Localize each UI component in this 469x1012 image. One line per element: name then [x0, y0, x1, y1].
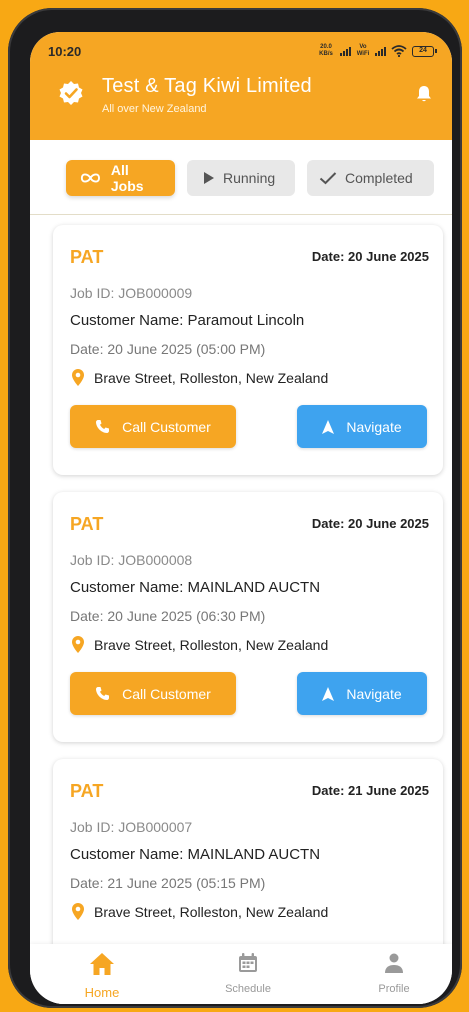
job-filter-tabs: All Jobs Running Completed [66, 160, 434, 196]
navigate-button[interactable]: Navigate [297, 672, 427, 715]
calendar-icon [239, 953, 257, 972]
status-icons: 20.0 KB/s Vo WiFi 24 [317, 44, 437, 58]
check-icon [319, 172, 337, 185]
job-card[interactable]: PAT Date: 20 June 2025 Job ID: JOB000008… [53, 492, 443, 742]
navigate-button[interactable]: Navigate [297, 405, 427, 448]
status-bar: 10:20 20.0 KB/s Vo WiFi 24 [48, 41, 437, 61]
bottom-navigation: Home Schedule Profile [30, 944, 452, 1004]
company-title: Test & Tag Kiwi Limited [102, 75, 312, 97]
job-address: Brave Street, Rolleston, New Zealand [94, 369, 329, 386]
job-datetime: Date: 20 June 2025 (06:30 PM) [70, 608, 266, 624]
location-pin-icon [72, 903, 84, 920]
job-address: Brave Street, Rolleston, New Zealand [94, 903, 329, 920]
call-customer-label: Call Customer [122, 418, 211, 435]
app-header: 10:20 20.0 KB/s Vo WiFi 24 Test & Tag Ki… [30, 32, 452, 140]
signal-icon-2 [375, 46, 386, 56]
job-address: Brave Street, Rolleston, New Zealand [94, 636, 329, 653]
nav-schedule[interactable]: Schedule [208, 952, 288, 995]
location-pin-icon [72, 369, 84, 386]
nav-label: Schedule [225, 983, 271, 995]
nav-label: Profile [378, 983, 410, 995]
location-pin-icon [72, 636, 84, 653]
tab-completed[interactable]: Completed [307, 160, 434, 196]
address-row: Brave Street, Rolleston, New Zealand [72, 903, 328, 920]
customer-name: Customer Name: MAINLAND AUCTN [70, 846, 321, 863]
job-card[interactable]: PAT Date: 20 June 2025 Job ID: JOB000009… [53, 225, 443, 475]
job-datetime: Date: 20 June 2025 (05:00 PM) [70, 341, 266, 357]
home-icon [90, 953, 114, 975]
app-screen: 10:20 20.0 KB/s Vo WiFi 24 Test & Tag Ki… [30, 32, 452, 1004]
company-subtitle: All over New Zealand [102, 103, 207, 115]
phone-frame: 10:20 20.0 KB/s Vo WiFi 24 Test & Tag Ki… [8, 8, 462, 1008]
wifi-icon [391, 45, 407, 57]
job-datetime: Date: 21 June 2025 (05:15 PM) [70, 875, 266, 891]
play-icon [204, 172, 214, 184]
tab-label: Running [223, 170, 276, 186]
call-customer-button[interactable]: Call Customer [70, 672, 236, 715]
navigate-label: Navigate [346, 418, 402, 435]
call-customer-label: Call Customer [122, 685, 211, 702]
job-type: PAT [70, 781, 104, 801]
tabs-divider [30, 214, 452, 215]
nav-profile[interactable]: Profile [354, 952, 434, 995]
battery-icon: 24 [412, 45, 437, 57]
phone-icon [96, 687, 110, 700]
job-id: Job ID: JOB000008 [70, 552, 193, 568]
job-date: Date: 20 June 2025 [311, 516, 429, 531]
person-icon [385, 953, 403, 973]
tab-all-jobs[interactable]: All Jobs [66, 160, 175, 196]
address-row: Brave Street, Rolleston, New Zealand [72, 369, 328, 386]
vowifi-label: Vo WiFi [356, 44, 370, 57]
verified-badge-icon [59, 81, 83, 105]
network-speed: 20.0 KB/s [319, 44, 333, 57]
notification-bell-icon[interactable] [414, 84, 434, 104]
infinity-icon [80, 173, 101, 183]
job-id: Job ID: JOB000007 [70, 819, 193, 835]
tab-label: All Jobs [110, 162, 144, 194]
job-date: Date: 20 June 2025 [311, 249, 429, 264]
phone-icon [96, 420, 110, 433]
navigation-arrow-icon [322, 419, 335, 434]
nav-home[interactable]: Home [62, 952, 142, 1000]
customer-name: Customer Name: Paramout Lincoln [70, 312, 305, 329]
signal-icon [340, 46, 351, 56]
job-id: Job ID: JOB000009 [70, 285, 193, 301]
job-type: PAT [70, 514, 104, 534]
job-type: PAT [70, 247, 104, 267]
customer-name: Customer Name: MAINLAND AUCTN [70, 579, 321, 596]
job-date: Date: 21 June 2025 [311, 783, 429, 798]
status-time: 10:20 [48, 43, 82, 59]
tab-running[interactable]: Running [187, 160, 295, 196]
address-row: Brave Street, Rolleston, New Zealand [72, 636, 328, 653]
navigate-label: Navigate [346, 685, 402, 702]
navigation-arrow-icon [322, 686, 335, 701]
tab-label: Completed [345, 170, 413, 186]
call-customer-button[interactable]: Call Customer [70, 405, 236, 448]
nav-label: Home [84, 985, 120, 1000]
